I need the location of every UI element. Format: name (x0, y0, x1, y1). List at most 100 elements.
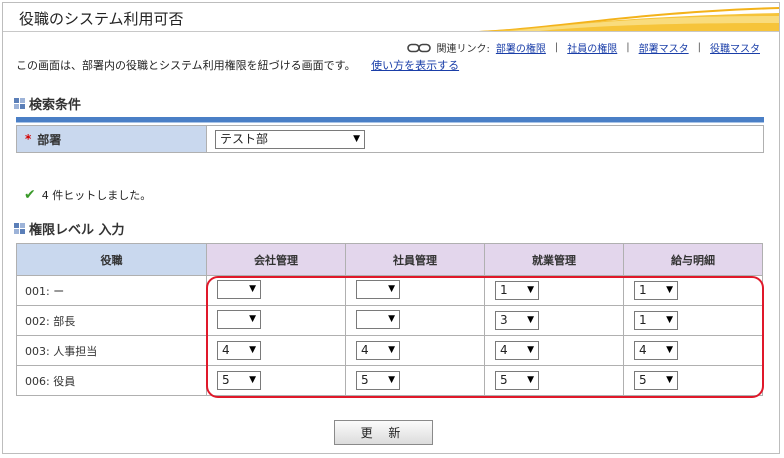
description-text: この画面は、部署内の役職とシステム利用権限を紐づける画面です。 (16, 59, 356, 72)
role-cell: 001: ー (16, 275, 207, 306)
permission-select[interactable]: 1 ▼ (495, 281, 539, 300)
department-select[interactable]: テスト部 ▼ (215, 129, 365, 149)
permission-cell: 4 ▼ (345, 335, 485, 366)
permission-select[interactable]: ▼ (217, 309, 261, 329)
permission-select[interactable]: 5 ▼ (356, 371, 400, 390)
permission-cell: 1 ▼ (484, 275, 624, 306)
permission-select[interactable]: 4 ▼ (495, 341, 539, 360)
permission-select[interactable]: ▼ (356, 279, 400, 299)
permission-select[interactable]: 5 ▼ (495, 371, 539, 390)
permission-cell: ▼ (345, 305, 485, 336)
search-section-label: 検索条件 (29, 98, 82, 113)
link-department-master[interactable]: 部署マスタ (639, 40, 689, 55)
permission-select-value: 5 (639, 373, 647, 387)
role-cell: 006: 役員 (16, 365, 207, 396)
chain-link-icon (406, 43, 431, 52)
permission-select-value: 4 (500, 343, 508, 357)
permission-cell: 3 ▼ (484, 305, 624, 336)
permission-section-title: 権限レベル 入力 (14, 219, 125, 238)
permission-select[interactable]: 4 ▼ (356, 341, 400, 360)
permission-cell: 4 ▼ (206, 335, 346, 366)
permission-select[interactable]: 5 ▼ (634, 371, 678, 390)
permission-cell: ▼ (206, 305, 346, 336)
page-description: この画面は、部署内の役職とシステム利用権限を紐づける画面です。 使い方を表示する (16, 57, 459, 73)
search-section-title: 検索条件 (14, 94, 81, 113)
required-mark: * (25, 132, 32, 146)
dropdown-arrow-icon: ▼ (527, 285, 534, 295)
permission-cell: 4 ▼ (623, 335, 763, 366)
permission-select-value: 5 (222, 373, 230, 387)
section-grid-icon (14, 223, 25, 234)
permission-select-value: 1 (639, 283, 647, 297)
dropdown-arrow-icon: ▼ (666, 285, 673, 295)
permission-select-value: 5 (500, 373, 508, 387)
column-header-position: 役職 (16, 243, 207, 276)
department-field-header: * 部署 (17, 126, 207, 152)
permission-cell: 1 ▼ (623, 305, 763, 336)
dropdown-arrow-icon: ▼ (527, 345, 534, 355)
column-header-company-admin: 会社管理 (206, 243, 346, 276)
permission-cell: 5 ▼ (345, 365, 485, 396)
dropdown-arrow-icon: ▼ (388, 375, 395, 385)
search-condition-table: * 部署 テスト部 ▼ (16, 125, 764, 153)
dropdown-arrow-icon: ▼ (527, 375, 534, 385)
permission-select-value: 4 (222, 343, 230, 357)
table-row: 001: ー ▼ ▼ 1 ▼ 1 ▼ (16, 275, 763, 306)
link-employee-permission[interactable]: 社員の権限 (567, 40, 617, 55)
table-row: 006: 役員 5 ▼ 5 ▼ 5 ▼ 5 ▼ (16, 365, 763, 396)
section-grid-icon (14, 98, 25, 109)
related-links-label: 関連リンク: (436, 44, 490, 55)
dropdown-arrow-icon: ▼ (353, 133, 360, 144)
title-swoosh-decoration (479, 7, 779, 31)
table-row: 003: 人事担当 4 ▼ 4 ▼ 4 ▼ 4 ▼ (16, 335, 763, 366)
dropdown-arrow-icon: ▼ (388, 313, 395, 324)
dropdown-arrow-icon: ▼ (388, 345, 395, 355)
dropdown-arrow-icon: ▼ (666, 345, 673, 355)
permission-table-header-row: 役職 会社管理 社員管理 就業管理 給与明細 (16, 243, 763, 276)
dropdown-arrow-icon: ▼ (249, 375, 256, 385)
permission-select-value: 1 (639, 313, 647, 327)
table-row: 002: 部長 ▼ ▼ 3 ▼ 1 ▼ (16, 305, 763, 336)
page-title: 役職のシステム利用可否 (19, 10, 184, 28)
role-cell: 002: 部長 (16, 305, 207, 336)
permission-select[interactable]: ▼ (217, 279, 261, 299)
separator: | (554, 42, 559, 53)
permission-select[interactable]: 3 ▼ (495, 311, 539, 330)
dropdown-arrow-icon: ▼ (666, 375, 673, 385)
permission-select-value: 4 (639, 343, 647, 357)
department-field-label: 部署 (37, 132, 62, 147)
related-links: 関連リンク: 部署の権限 | 社員の権限 | 部署マスタ | 役職マスタ (406, 40, 760, 55)
permission-table: 役職 会社管理 社員管理 就業管理 給与明細 001: ー ▼ ▼ 1 ▼ 1 ▼ … (16, 243, 763, 396)
permission-select[interactable]: 5 ▼ (217, 371, 261, 390)
title-bar: 役職のシステム利用可否 (3, 3, 779, 32)
permission-cell: ▼ (345, 275, 485, 306)
permission-cell: ▼ (206, 275, 346, 306)
separator: | (697, 42, 701, 53)
permission-select-value: 1 (500, 283, 508, 297)
permission-select-value: 3 (500, 313, 508, 327)
permission-cell: 4 ▼ (484, 335, 624, 366)
dropdown-arrow-icon: ▼ (249, 313, 256, 324)
link-position-master[interactable]: 役職マスタ (710, 40, 760, 55)
show-help-link[interactable]: 使い方を表示する (371, 59, 459, 72)
dropdown-arrow-icon: ▼ (388, 283, 395, 294)
dropdown-arrow-icon: ▼ (666, 315, 673, 325)
permission-select[interactable]: ▼ (356, 309, 400, 329)
column-header-employee-admin: 社員管理 (345, 243, 485, 276)
result-message: ✔ 4 件ヒットしました。 (24, 187, 151, 203)
permission-cell: 5 ▼ (206, 365, 346, 396)
dropdown-arrow-icon: ▼ (249, 345, 256, 355)
permission-select[interactable]: 4 ▼ (217, 341, 261, 360)
department-field-cell: テスト部 ▼ (207, 126, 763, 152)
permission-select[interactable]: 1 ▼ (634, 311, 678, 330)
permission-select[interactable]: 4 ▼ (634, 341, 678, 360)
dropdown-arrow-icon: ▼ (527, 315, 534, 325)
link-department-permission[interactable]: 部署の権限 (496, 40, 546, 55)
column-header-payslip: 給与明細 (623, 243, 763, 276)
checkmark-icon: ✔ (24, 187, 36, 203)
update-button[interactable]: 更 新 (334, 420, 433, 445)
permission-cell: 5 ▼ (623, 365, 763, 396)
permission-section-label: 権限レベル 入力 (29, 223, 125, 238)
permission-select[interactable]: 1 ▼ (634, 281, 678, 300)
role-cell: 003: 人事担当 (16, 335, 207, 366)
